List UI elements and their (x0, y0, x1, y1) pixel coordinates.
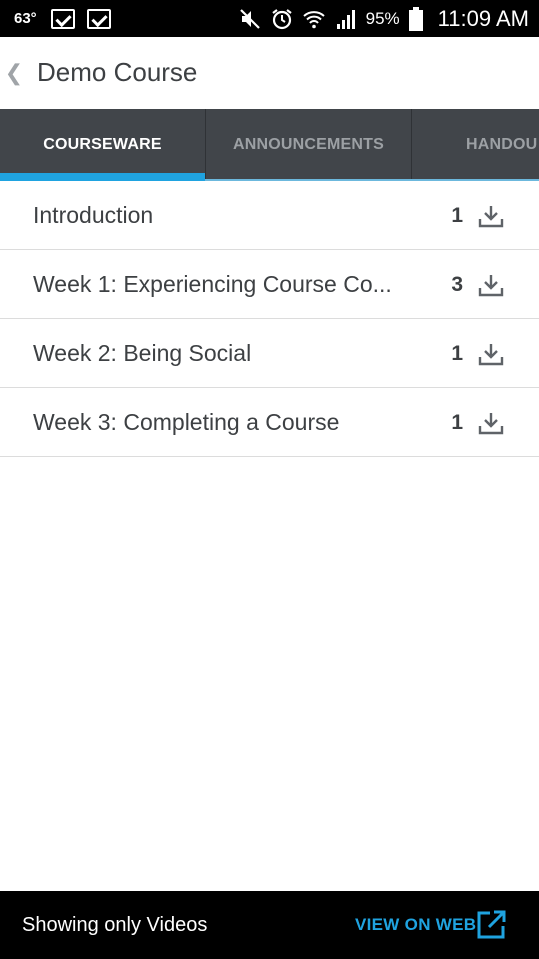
wifi-icon (302, 10, 325, 28)
tab-handouts[interactable]: HANDOU (412, 109, 539, 181)
section-title: Week 2: Being Social (33, 340, 252, 366)
selected-tab-indicator (0, 173, 205, 181)
page-title: Demo Course (37, 57, 198, 87)
section-title: Introduction (33, 202, 154, 228)
list-item[interactable]: Week 3: Completing a Course 1 (0, 388, 539, 457)
section-title: Week 1: Experiencing Course Co... (33, 271, 392, 297)
bottom-bar: Showing only Videos VIEW ON WEB (0, 891, 539, 959)
alarm-icon (271, 8, 292, 29)
download-icon[interactable] (478, 410, 504, 436)
video-count: 3 (451, 273, 463, 296)
back-chevron-icon[interactable]: ❮ (4, 59, 24, 87)
list-item[interactable]: Week 2: Being Social 1 (0, 319, 539, 388)
tab-courseware[interactable]: COURSEWARE (0, 109, 205, 181)
temperature-text: 63° (14, 10, 37, 27)
download-icon[interactable] (478, 203, 504, 229)
video-count: 1 (451, 411, 463, 434)
checkbox-notification-icon (50, 8, 75, 29)
status-bar-right: 95% 11:09 AM (238, 0, 529, 37)
battery-icon (408, 6, 423, 31)
list-item[interactable]: Week 1: Experiencing Course Co... 3 (0, 250, 539, 319)
signal-icon (336, 9, 355, 29)
checkbox-notification-icon (86, 8, 111, 29)
filter-status-text: Showing only Videos (22, 914, 208, 936)
app-header: ❮ Demo Course (0, 37, 539, 109)
view-on-web-button[interactable]: VIEW ON WEB (355, 891, 476, 959)
video-count: 1 (451, 342, 463, 365)
video-count: 1 (451, 204, 463, 227)
download-icon[interactable] (478, 272, 504, 298)
download-icon[interactable] (478, 341, 504, 367)
section-title: Week 3: Completing a Course (33, 409, 340, 435)
tab-bar: COURSEWARE ANNOUNCEMENTS HANDOU (0, 109, 539, 181)
status-bar: 63° 95% 11:09 AM (0, 0, 539, 37)
clock-time: 11:09 AM (437, 5, 529, 31)
external-link-icon[interactable] (476, 910, 506, 940)
battery-percent: 95% (365, 8, 400, 28)
list-item[interactable]: Introduction 1 (0, 181, 539, 250)
tab-announcements[interactable]: ANNOUNCEMENTS (206, 109, 411, 181)
mute-icon (239, 8, 260, 29)
section-list: Introduction 1 Week 1: Experiencing Cour… (0, 181, 539, 457)
status-bar-left: 63° (14, 0, 115, 37)
